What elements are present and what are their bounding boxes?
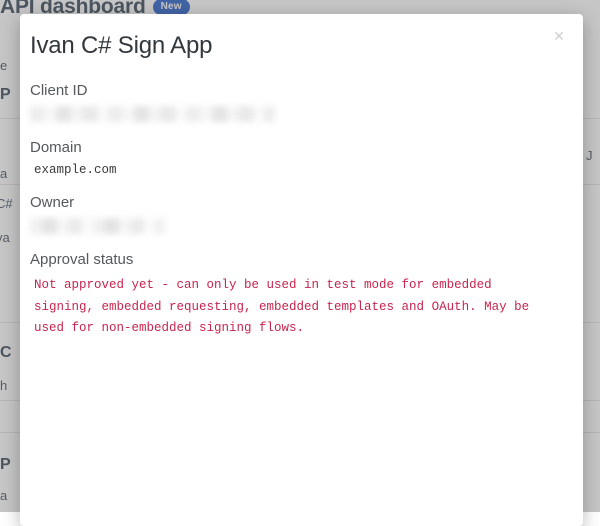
field-label: Approval status xyxy=(30,251,134,268)
field-client-id: Client ID xyxy=(30,82,563,122)
redacted-value xyxy=(30,218,165,234)
field-label: Owner xyxy=(30,194,75,211)
field-label: Domain xyxy=(30,139,82,156)
app-details-modal: × Ivan C# Sign App Client ID Domain exampl… xyxy=(20,14,583,526)
field-approval-status: Approval status Not approved yet - can on… xyxy=(30,251,563,340)
modal-title: Ivan C# Sign App xyxy=(30,32,213,59)
close-icon[interactable]: × xyxy=(548,25,570,47)
field-value: example.com xyxy=(34,163,117,177)
field-domain: Domain example.com xyxy=(30,139,563,177)
redacted-value xyxy=(30,106,275,122)
field-label: Client ID xyxy=(30,82,88,99)
approval-status-text: Not approved yet - can only be used in t… xyxy=(34,278,530,335)
field-owner: Owner xyxy=(30,194,563,234)
modal-body: Client ID Domain example.com Owner Approval … xyxy=(30,82,563,357)
